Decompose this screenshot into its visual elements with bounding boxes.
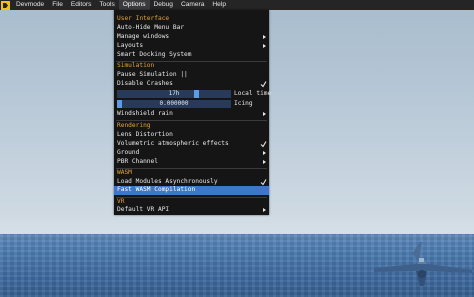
section-header-label: Rendering	[117, 122, 151, 129]
menu-bar: Devmode File Editors Tools Options Debug…	[0, 0, 474, 10]
icing-value: 0.000000	[159, 100, 189, 107]
section-header-simulation: Simulation	[114, 62, 269, 71]
menu-help[interactable]: Help	[208, 0, 230, 10]
lens-distortion-label: Lens Distortion	[117, 131, 173, 138]
windshield-rain-label: Windshield rain	[117, 110, 173, 117]
menu-options[interactable]: Options	[118, 0, 150, 10]
section-header-label: User Interface	[117, 15, 170, 22]
submenu-arrow-icon	[263, 160, 266, 164]
icing-label: Icing	[234, 100, 253, 107]
submenu-arrow-icon	[263, 151, 266, 155]
slider-thumb[interactable]	[117, 100, 122, 108]
ground-item[interactable]: Ground	[114, 149, 269, 158]
section-header-rendering: Rendering	[114, 122, 269, 131]
layouts-label: Layouts	[117, 42, 144, 49]
submenu-arrow-icon	[263, 44, 266, 48]
submenu-arrow-icon	[263, 35, 266, 39]
local-time-label: Local time	[234, 89, 272, 97]
disable-crashes-item[interactable]: Disable Crashes	[114, 80, 269, 89]
section-header-label: WASM	[117, 169, 132, 176]
menu-devmode[interactable]: Devmode	[12, 0, 48, 10]
icing-slider[interactable]: 0.000000	[117, 100, 231, 108]
windshield-rain-item[interactable]: Windshield rain	[114, 110, 269, 119]
local-time-value: 17h	[168, 89, 180, 97]
auto-hide-label: Auto-Hide Menu Bar	[117, 24, 185, 31]
menu-camera[interactable]: Camera	[177, 0, 208, 10]
menu-separator	[116, 120, 267, 121]
manage-windows-label: Manage windows	[117, 33, 170, 40]
slider-thumb[interactable]	[194, 89, 200, 98]
section-header-wasm: WASM	[114, 169, 269, 178]
section-header-label: Simulation	[117, 62, 155, 69]
pbr-channel-item[interactable]: PBR Channel	[114, 158, 269, 167]
layouts-item[interactable]: Layouts	[114, 42, 269, 51]
disable-crashes-label: Disable Crashes	[117, 80, 173, 87]
submenu-arrow-icon	[263, 112, 266, 116]
pause-simulation-item[interactable]: Pause Simulation ||	[114, 71, 269, 80]
auto-hide-menu-bar-item[interactable]: Auto-Hide Menu Bar	[114, 24, 269, 33]
section-header-user-interface: User Interface	[114, 15, 269, 24]
manage-windows-item[interactable]: Manage windows	[114, 33, 269, 42]
volumetric-effects-label: Volumetric atmospheric effects	[117, 140, 229, 147]
aircraft	[374, 242, 472, 286]
default-vr-api-item[interactable]: Default VR API	[114, 206, 269, 215]
menu-editors[interactable]: Editors	[67, 0, 96, 10]
menu-file[interactable]: File	[48, 0, 67, 10]
submenu-arrow-icon	[263, 208, 266, 212]
checkmark-icon	[260, 179, 267, 186]
options-dropdown: User Interface Auto-Hide Menu Bar Manage…	[114, 10, 272, 215]
default-vr-api-label: Default VR API	[117, 206, 170, 213]
volumetric-effects-item[interactable]: Volumetric atmospheric effects	[114, 140, 269, 149]
pause-simulation-label: Pause Simulation ||	[117, 71, 188, 78]
lens-distortion-item[interactable]: Lens Distortion	[114, 131, 269, 140]
fast-wasm-label: Fast WASM Compilation	[117, 186, 196, 193]
menu-debug[interactable]: Debug	[150, 0, 177, 10]
smart-docking-item[interactable]: Smart Docking System	[114, 51, 269, 60]
devmode-logo-icon	[0, 0, 10, 10]
ground-label: Ground	[117, 149, 140, 156]
menu-tools[interactable]: Tools	[95, 0, 118, 10]
checkmark-icon	[260, 81, 267, 88]
pbr-channel-label: PBR Channel	[117, 158, 158, 165]
local-time-slider[interactable]: 17h	[117, 89, 231, 98]
checkmark-icon	[260, 141, 267, 148]
smart-docking-label: Smart Docking System	[117, 51, 192, 58]
fast-wasm-compilation-item[interactable]: Fast WASM Compilation	[114, 186, 269, 195]
